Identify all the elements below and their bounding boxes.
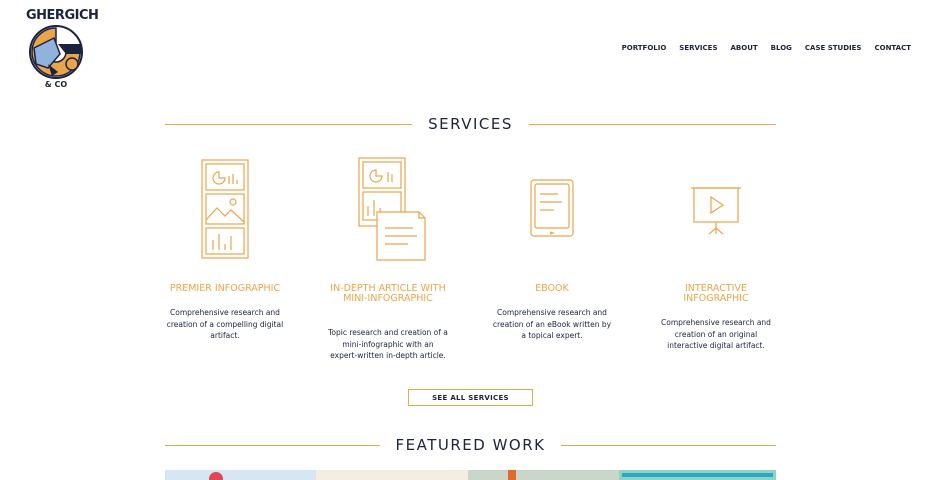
featured-thumb[interactable] <box>165 470 317 480</box>
brand-co: & CO <box>44 80 68 89</box>
nav-about[interactable]: ABOUT <box>731 44 758 52</box>
brand-logo[interactable]: GHERGICH & CO <box>26 8 99 92</box>
brand-mark-icon <box>29 25 83 79</box>
article-document-icon <box>358 157 426 261</box>
service-description: Topic research and creation of a mini-in… <box>328 328 448 360</box>
services-heading: SERVICES <box>165 112 777 136</box>
nav-contact[interactable]: CONTACT <box>874 44 911 52</box>
nav-case-studies[interactable]: CASE STUDIES <box>805 44 862 52</box>
divider <box>165 444 380 446</box>
nav-portfolio[interactable]: PORTFOLIO <box>622 44 667 52</box>
featured-work-strip <box>165 470 776 480</box>
nav-blog[interactable]: BLOG <box>771 44 792 52</box>
thumb-decoration <box>507 470 516 480</box>
divider <box>561 444 776 446</box>
service-icon-wrap <box>656 150 776 270</box>
see-all-services-button[interactable]: SEE ALL SERVICES <box>408 389 533 406</box>
featured-thumb[interactable] <box>316 470 468 480</box>
service-description: Comprehensive research and creation of a… <box>166 308 284 340</box>
service-title: EBOOK <box>535 283 569 294</box>
divider <box>165 123 413 125</box>
service-description: Comprehensive research and creation of a… <box>492 308 612 340</box>
featured-heading: FEATURED WORK <box>165 433 776 457</box>
featured-thumb[interactable] <box>467 470 619 480</box>
thumb-decoration <box>209 472 223 480</box>
featured-title: FEATURED WORK <box>395 436 546 454</box>
service-icon-wrap <box>165 150 285 270</box>
services-grid: PREMIER INFOGRAPHIC Comprehensive resear… <box>165 150 776 380</box>
service-description: Comprehensive research and creation of a… <box>661 318 771 350</box>
services-title: SERVICES <box>428 115 513 133</box>
main-nav: PORTFOLIO SERVICES ABOUT BLOG CASE STUDI… <box>622 44 911 52</box>
service-title: INTERACTIVE INFOGRAPHIC <box>683 283 749 304</box>
presentation-play-icon <box>691 187 741 235</box>
infographic-poster-icon <box>201 159 249 259</box>
brand-wordmark: GHERGICH <box>26 8 99 23</box>
service-icon-wrap <box>492 150 612 270</box>
service-title: IN-DEPTH ARTICLE WITH MINI-INFOGRAPHIC <box>330 283 446 304</box>
featured-thumb[interactable] <box>618 470 776 480</box>
service-title: PREMIER INFOGRAPHIC <box>169 283 281 294</box>
service-icon-wrap <box>328 150 448 270</box>
divider <box>528 123 777 125</box>
nav-services[interactable]: SERVICES <box>679 44 717 52</box>
tablet-ebook-icon <box>530 179 574 237</box>
